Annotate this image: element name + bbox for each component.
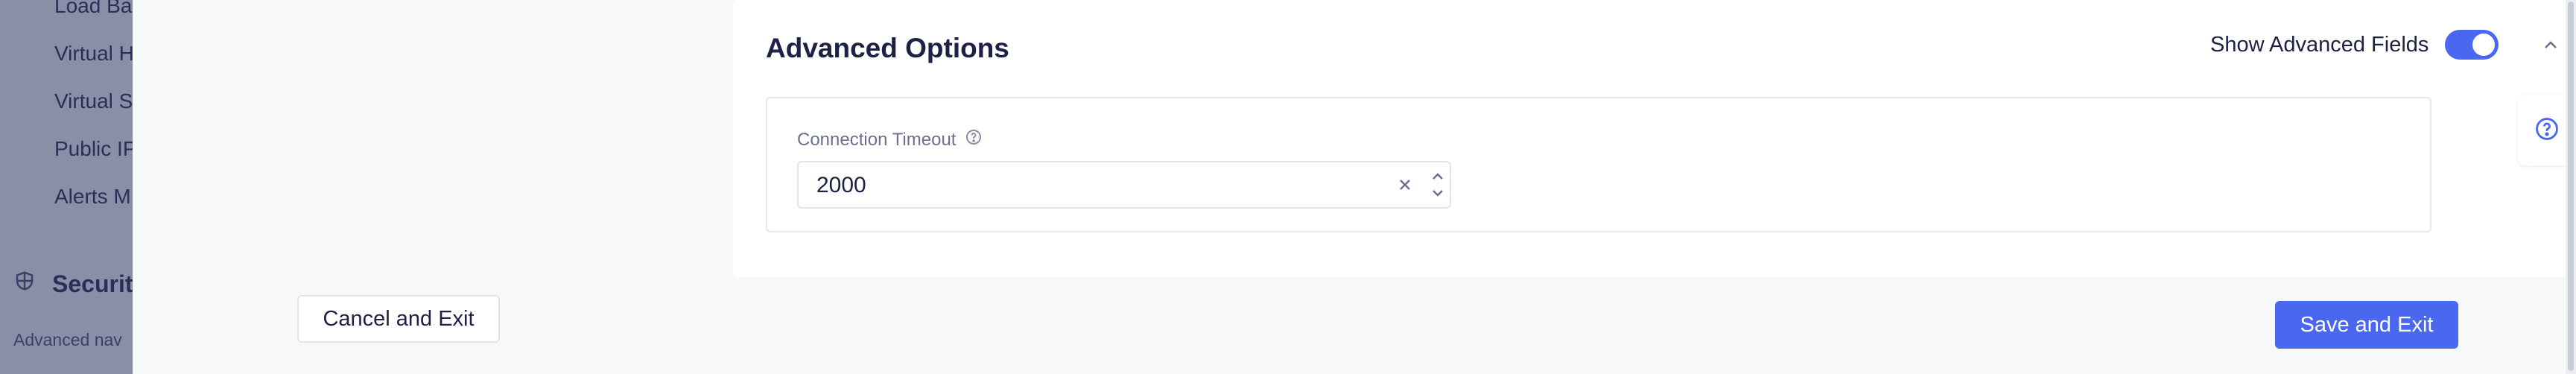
cancel-and-exit-button[interactable]: Cancel and Exit (297, 295, 500, 343)
nav-section-security: Securit (13, 270, 133, 298)
close-icon[interactable] (1395, 174, 1415, 195)
modal-panel: Advanced Options Show Advanced Fields Co… (133, 0, 2576, 374)
advanced-options-title: Advanced Options (766, 33, 1009, 63)
chevron-up-icon (2543, 39, 2558, 54)
page-scrollbar[interactable] (2566, 0, 2576, 374)
nav-item-virtual-services: Virtual S (54, 89, 133, 112)
nav-item-virtual-hosts: Virtual H (54, 42, 133, 65)
collapse-section-button[interactable] (2540, 36, 2561, 57)
connection-timeout-input[interactable]: 2000 (797, 161, 1451, 209)
advanced-options-card: Advanced Options Show Advanced Fields Co… (733, 0, 2576, 277)
scrollbar-thumb[interactable] (2568, 1, 2574, 371)
help-circle-icon (2534, 116, 2560, 145)
connection-timeout-value: 2000 (816, 173, 866, 197)
app-root: Load Ba Virtual H Virtual S Public IP Al… (0, 0, 2576, 374)
nav-item-public-ips: Public IP (54, 137, 133, 160)
connection-timeout-fieldset: Connection Timeout 2000 (766, 97, 2431, 232)
stepper-icon[interactable] (1428, 167, 1447, 203)
background-sidebar: Load Ba Virtual H Virtual S Public IP Al… (0, 0, 133, 374)
nav-section-label: Securit (52, 270, 133, 297)
show-advanced-fields-control: Show Advanced Fields (2210, 30, 2499, 60)
nav-section-description: Advanced nav (13, 330, 122, 349)
connection-timeout-label-text: Connection Timeout (797, 129, 957, 150)
toggle-knob (2472, 34, 2496, 56)
show-advanced-fields-label: Show Advanced Fields (2210, 32, 2429, 57)
show-advanced-fields-toggle[interactable] (2445, 30, 2499, 60)
info-icon[interactable] (965, 128, 983, 151)
nav-item-alerts: Alerts M (54, 185, 131, 208)
nav-item-load-balancers: Load Ba (54, 0, 133, 17)
connection-timeout-label: Connection Timeout (797, 128, 983, 151)
save-and-exit-button[interactable]: Save and Exit (2275, 301, 2458, 349)
shield-icon (13, 270, 36, 298)
